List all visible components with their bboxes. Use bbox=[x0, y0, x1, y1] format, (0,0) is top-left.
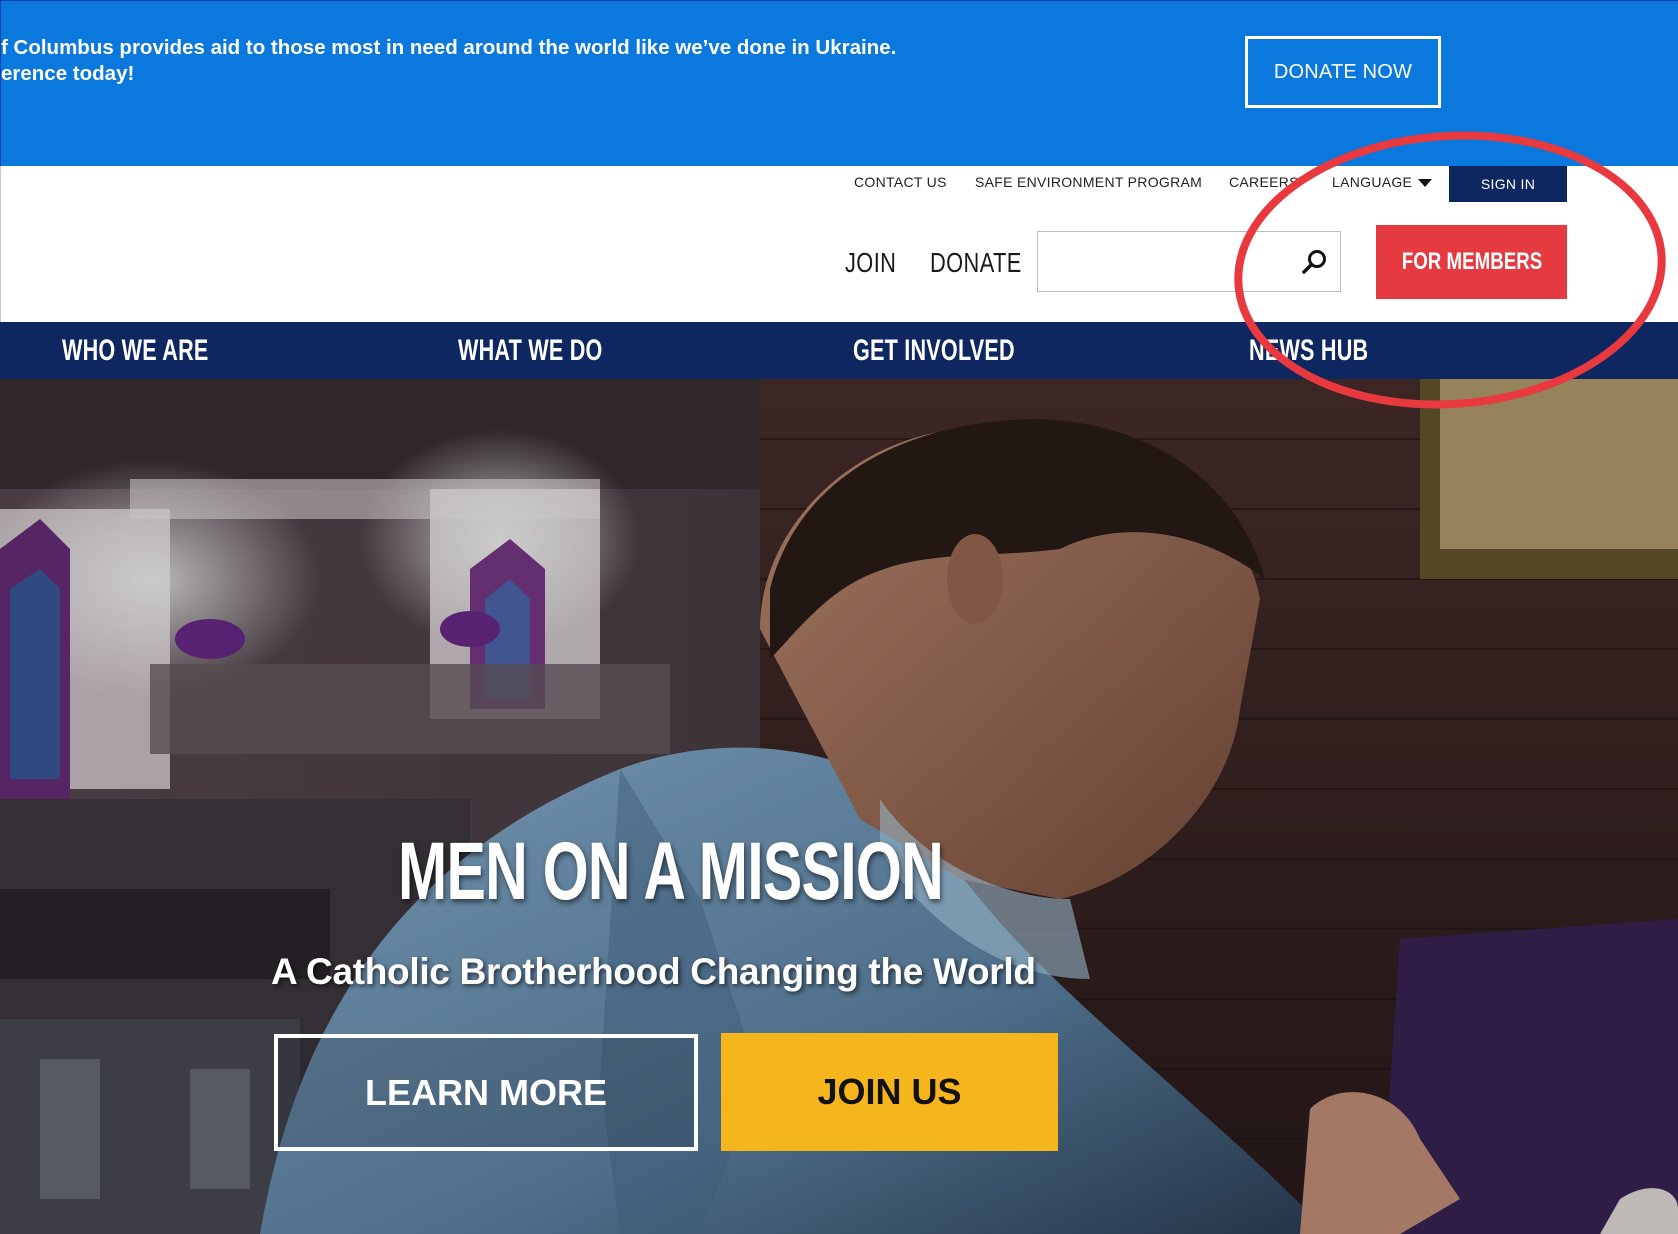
search-input[interactable] bbox=[1046, 240, 1290, 284]
banner-message-line-2: erence today! bbox=[1, 62, 135, 85]
search-box bbox=[1037, 231, 1341, 292]
donate-link[interactable]: DONATE bbox=[930, 247, 1022, 279]
search-icon[interactable] bbox=[1301, 248, 1329, 276]
sign-in-button[interactable]: SIGN IN bbox=[1449, 166, 1567, 202]
for-members-label: FOR MEMBERS bbox=[1401, 248, 1542, 275]
join-us-button[interactable]: JOIN US bbox=[721, 1033, 1058, 1151]
announcement-banner: f Columbus provides aid to those most in… bbox=[0, 0, 1678, 166]
join-link[interactable]: JOIN bbox=[845, 247, 896, 279]
language-label: LANGUAGE bbox=[1332, 174, 1413, 190]
banner-message: f Columbus provides aid to those most in… bbox=[1, 35, 981, 87]
page: f Columbus provides aid to those most in… bbox=[0, 0, 1678, 1234]
donate-now-button[interactable]: DONATE NOW bbox=[1245, 36, 1441, 108]
learn-more-button[interactable]: LEARN MORE bbox=[274, 1034, 698, 1151]
contact-us-link[interactable]: CONTACT US bbox=[854, 174, 947, 190]
nav-who-we-are[interactable]: WHO WE ARE bbox=[62, 334, 209, 368]
nav-get-involved[interactable]: GET INVOLVED bbox=[853, 334, 1015, 368]
safe-environment-program-link[interactable]: SAFE ENVIRONMENT PROGRAM bbox=[975, 174, 1202, 190]
hero-section: MEN ON A MISSION A Catholic Brotherhood … bbox=[0, 379, 1678, 1234]
for-members-button[interactable]: FOR MEMBERS bbox=[1376, 225, 1567, 299]
hero-title: MEN ON A MISSION bbox=[398, 826, 944, 917]
main-navigation: WHO WE ARE WHAT WE DO GET INVOLVED NEWS … bbox=[0, 322, 1678, 379]
careers-link[interactable]: CAREERS bbox=[1229, 174, 1299, 190]
caret-down-icon bbox=[1418, 179, 1433, 188]
banner-message-line-1: f Columbus provides aid to those most in… bbox=[1, 36, 897, 59]
language-selector[interactable]: LANGUAGE bbox=[1330, 174, 1433, 190]
nav-news-hub[interactable]: NEWS HUB bbox=[1249, 334, 1368, 368]
hero-subtitle: A Catholic Brotherhood Changing the Worl… bbox=[271, 951, 1036, 992]
nav-what-we-do[interactable]: WHAT WE DO bbox=[458, 334, 603, 368]
